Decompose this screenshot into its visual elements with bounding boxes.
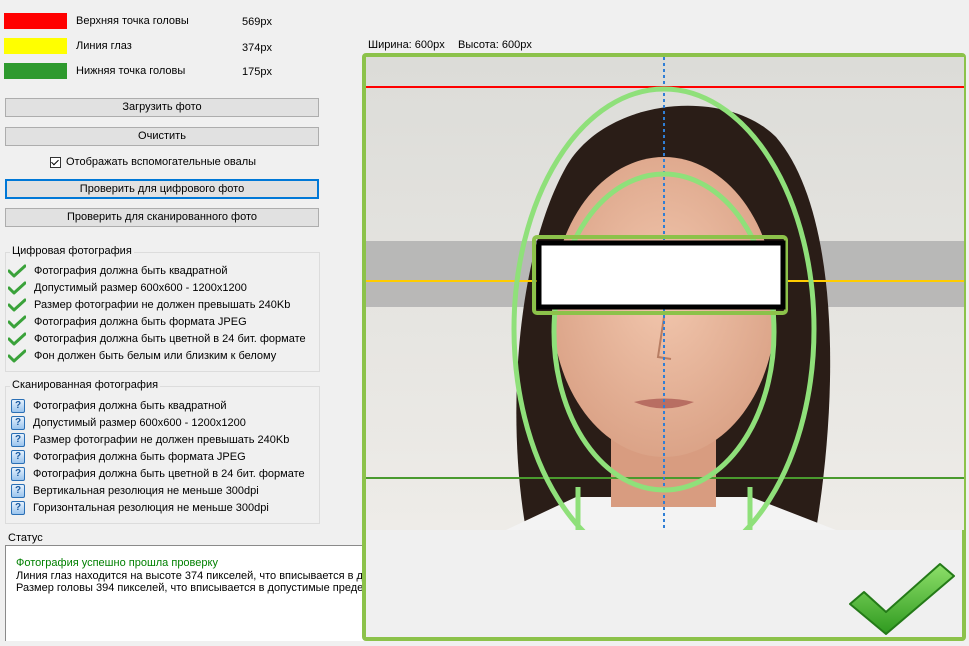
eye-censor-box bbox=[536, 240, 786, 310]
requirement-text: Допустимый размер 600x600 - 1200x1200 bbox=[33, 417, 246, 429]
list-item: Размер фотографии не должен превышать 24… bbox=[8, 297, 290, 313]
legend-label-top-head: Верхняя точка головы bbox=[76, 15, 189, 27]
requirement-text: Допустимый размер 600x600 - 1200x1200 bbox=[34, 282, 247, 294]
photo-overlay bbox=[366, 57, 964, 530]
list-item: ? Размер фотографии не должен превышать … bbox=[8, 432, 289, 448]
upload-photo-button[interactable]: Загрузить фото bbox=[5, 98, 319, 117]
question-icon: ? bbox=[11, 501, 25, 515]
digital-group-title: Цифровая фотография bbox=[10, 245, 134, 257]
legend-value-eye-line: 374px bbox=[242, 42, 272, 54]
show-ovals-checkbox[interactable] bbox=[50, 156, 61, 168]
check-icon bbox=[8, 281, 26, 295]
legend-value-bottom-head: 175px bbox=[242, 66, 272, 78]
list-item: ? Допустимый размер 600x600 - 1200x1200 bbox=[8, 415, 246, 431]
list-item: ? Фотография должна быть цветной в 24 би… bbox=[8, 466, 305, 482]
question-icon: ? bbox=[11, 450, 25, 464]
requirement-text: Фотография должна быть формата JPEG bbox=[34, 316, 247, 328]
question-icon: ? bbox=[11, 467, 25, 481]
list-item: ? Вертикальная резолюция не меньше 300dp… bbox=[8, 483, 259, 499]
requirement-text: Фотография должна быть квадратной bbox=[33, 400, 227, 412]
list-item: ? Фотография должна быть квадратной bbox=[8, 398, 227, 414]
show-ovals-label: Отображать вспомогательные овалы bbox=[66, 156, 257, 168]
requirement-text: Фотография должна быть квадратной bbox=[34, 265, 228, 277]
requirement-text: Фон должен быть белым или близким к бело… bbox=[34, 350, 277, 362]
requirement-text: Размер фотографии не должен превышать 24… bbox=[34, 299, 291, 311]
list-item: Фон должен быть белым или близким к бело… bbox=[8, 348, 276, 364]
requirement-text: Вертикальная резолюция не меньше 300dpi bbox=[33, 485, 259, 497]
legend-swatch-eye-line bbox=[4, 38, 67, 54]
check-icon bbox=[8, 349, 26, 363]
requirement-text: Размер фотографии не должен превышать 24… bbox=[33, 434, 290, 446]
question-icon: ? bbox=[11, 433, 25, 447]
list-item: Фотография должна быть квадратной bbox=[8, 263, 228, 279]
requirement-text: Горизонтальная резолюция не меньше 300dp… bbox=[33, 502, 269, 514]
check-digital-button[interactable]: Проверить для цифрового фото bbox=[5, 179, 319, 199]
clear-button[interactable]: Очистить bbox=[5, 127, 319, 146]
legend-label-eye-line: Линия глаз bbox=[76, 40, 132, 52]
photo-width-label: Ширина: 600px bbox=[368, 39, 445, 51]
check-scanned-button[interactable]: Проверить для сканированного фото bbox=[5, 208, 319, 227]
show-ovals-option[interactable]: Отображать вспомогательные овалы bbox=[50, 155, 256, 169]
check-icon bbox=[8, 298, 26, 312]
legend-value-top-head: 569px bbox=[242, 16, 272, 28]
list-item: ? Горизонтальная резолюция не меньше 300… bbox=[8, 500, 269, 516]
legend-label-bottom-head: Нижняя точка головы bbox=[76, 65, 186, 77]
list-item: Фотография должна быть формата JPEG bbox=[8, 314, 247, 330]
list-item: Фотография должна быть цветной в 24 бит.… bbox=[8, 331, 306, 347]
legend-swatch-top-head bbox=[4, 13, 67, 29]
check-icon bbox=[8, 264, 26, 278]
scanned-group-title: Сканированная фотография bbox=[10, 379, 161, 391]
requirement-text: Фотография должна быть формата JPEG bbox=[33, 451, 246, 463]
list-item: ? Фотография должна быть формата JPEG bbox=[8, 449, 246, 465]
check-icon bbox=[8, 315, 26, 329]
photo-preview bbox=[366, 57, 964, 530]
success-check-icon bbox=[849, 563, 955, 635]
photo-height-label: Высота: 600px bbox=[458, 39, 532, 51]
requirement-text: Фотография должна быть цветной в 24 бит.… bbox=[34, 333, 306, 345]
question-icon: ? bbox=[11, 484, 25, 498]
status-title: Статус bbox=[8, 532, 43, 544]
list-item: Допустимый размер 600x600 - 1200x1200 bbox=[8, 280, 247, 296]
requirement-text: Фотография должна быть цветной в 24 бит.… bbox=[33, 468, 305, 480]
status-success-text: Фотография успешно прошла проверку bbox=[16, 557, 218, 569]
question-icon: ? bbox=[11, 416, 25, 430]
check-icon bbox=[8, 332, 26, 346]
question-icon: ? bbox=[11, 399, 25, 413]
legend-swatch-bottom-head bbox=[4, 63, 67, 79]
